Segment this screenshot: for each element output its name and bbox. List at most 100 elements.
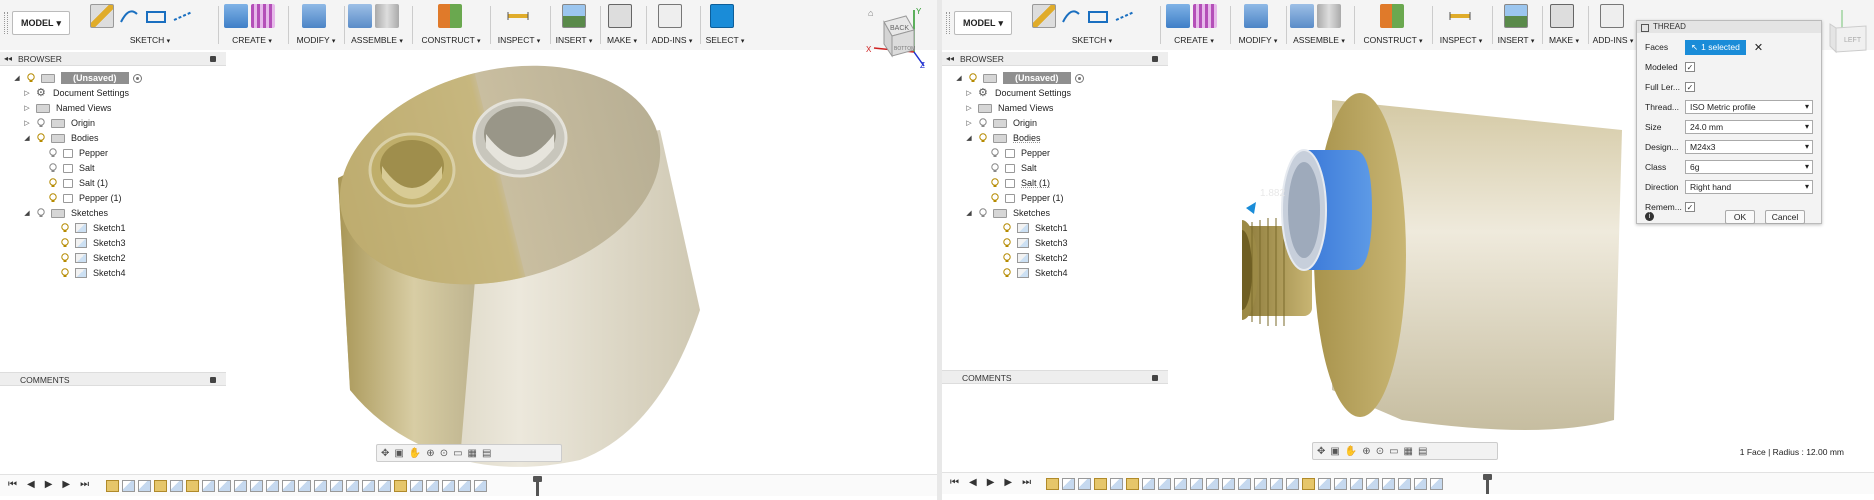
visibility-icon[interactable]: [48, 193, 58, 203]
tree-item-bodies[interactable]: ◢ Bodies: [22, 130, 98, 146]
selected-face-highlight[interactable]: [1281, 149, 1372, 271]
toolbar-group-create[interactable]: CREATE ▾: [224, 0, 280, 50]
visibility-icon[interactable]: [990, 178, 1000, 188]
visibility-icon[interactable]: [990, 148, 1000, 158]
toolbar-group-add-ins[interactable]: ADD-INS ▾: [648, 0, 696, 50]
expand-icon[interactable]: ◢: [954, 74, 964, 82]
dialog-title[interactable]: THREAD: [1637, 21, 1821, 33]
designation-select[interactable]: M24x3: [1685, 140, 1813, 154]
scripts-icon[interactable]: [658, 4, 682, 28]
remember-checkbox[interactable]: ✓: [1685, 202, 1695, 212]
thread-type-select[interactable]: ISO Metric profile: [1685, 100, 1813, 114]
timeline-feature[interactable]: [1174, 478, 1187, 490]
viewcube[interactable]: LEFT: [1818, 4, 1874, 60]
timeline-feature[interactable]: [138, 480, 151, 492]
visibility-icon[interactable]: [48, 148, 58, 158]
timeline-feature[interactable]: [154, 480, 167, 492]
measure-icon[interactable]: [1448, 4, 1472, 28]
offset-plane-icon[interactable]: [438, 4, 462, 28]
timeline-feature[interactable]: [1046, 478, 1059, 490]
new-component-icon[interactable]: [348, 4, 372, 28]
pin-icon[interactable]: [210, 56, 216, 62]
timeline-feature[interactable]: [410, 480, 423, 492]
toolbar-group-inspect[interactable]: INSPECT ▾: [494, 0, 544, 50]
pin-icon[interactable]: [1152, 375, 1158, 381]
visibility-icon[interactable]: [60, 223, 70, 233]
pin-icon[interactable]: [210, 377, 216, 383]
timeline-feature[interactable]: [266, 480, 279, 492]
timeline-feature[interactable]: [282, 480, 295, 492]
scripts-icon[interactable]: [1600, 4, 1624, 28]
tree-item-body[interactable]: Pepper (1): [986, 190, 1064, 206]
step-forward-icon[interactable]: ▶: [62, 479, 70, 490]
timeline-feature[interactable]: [1302, 478, 1315, 490]
tree-root[interactable]: ◢ (Unsaved): [12, 70, 142, 86]
go-to-start-icon[interactable]: ⏮: [950, 477, 959, 488]
timeline-feature[interactable]: [1062, 478, 1075, 490]
display-settings-icon[interactable]: ▭: [1389, 446, 1398, 457]
play-icon[interactable]: ▶: [987, 477, 995, 488]
visibility-icon[interactable]: [990, 163, 1000, 173]
full-length-checkbox[interactable]: ✓: [1685, 82, 1695, 92]
collapse-icon[interactable]: ◂◂: [4, 52, 12, 66]
create-sketch-icon[interactable]: [90, 4, 114, 28]
toolbar-group-select[interactable]: SELECT ▾: [702, 0, 748, 50]
timeline-feature[interactable]: [330, 480, 343, 492]
timeline-feature[interactable]: [378, 480, 391, 492]
toolbar-group-modify[interactable]: MODIFY ▾: [1236, 0, 1280, 50]
joint-icon[interactable]: [375, 4, 399, 28]
form-icon[interactable]: [1193, 4, 1217, 28]
joint-icon[interactable]: [1317, 4, 1341, 28]
expand-icon[interactable]: ▷: [964, 89, 974, 97]
cancel-button[interactable]: Cancel: [1765, 210, 1805, 224]
timeline-feature[interactable]: [122, 480, 135, 492]
3d-print-icon[interactable]: [1550, 4, 1574, 28]
orbit-icon[interactable]: ✥: [1317, 446, 1325, 457]
timeline-feature[interactable]: [1254, 478, 1267, 490]
class-select[interactable]: 6g: [1685, 160, 1813, 174]
line-icon[interactable]: [171, 4, 195, 28]
expand-icon[interactable]: ▷: [22, 104, 32, 112]
look-at-icon[interactable]: ▣: [394, 448, 403, 459]
tree-item-body[interactable]: Salt: [986, 160, 1037, 176]
timeline-feature[interactable]: [1190, 478, 1203, 490]
select-icon[interactable]: [710, 4, 734, 28]
toolbar-group-assemble[interactable]: ASSEMBLE ▾: [1290, 0, 1348, 50]
pan-icon[interactable]: ✋: [409, 448, 421, 459]
visibility-icon[interactable]: [1002, 253, 1012, 263]
manipulator-arrow-icon[interactable]: [1246, 202, 1256, 214]
offset-plane-icon[interactable]: [1380, 4, 1404, 28]
timeline-feature[interactable]: [218, 480, 231, 492]
timeline-feature[interactable]: [346, 480, 359, 492]
press-pull-icon[interactable]: [1244, 4, 1268, 28]
visibility-icon[interactable]: [60, 253, 70, 263]
timeline-feature[interactable]: [1318, 478, 1331, 490]
timeline-marker[interactable]: [1483, 474, 1492, 494]
direction-select[interactable]: Right hand: [1685, 180, 1813, 194]
timeline-feature[interactable]: [202, 480, 215, 492]
expand-icon[interactable]: ▷: [964, 119, 974, 127]
record-icon[interactable]: [1074, 73, 1084, 83]
clear-selection-icon[interactable]: ✕: [1754, 41, 1763, 54]
rectangle-icon[interactable]: [144, 4, 168, 28]
go-to-end-icon[interactable]: ⏭: [1022, 477, 1031, 488]
tree-item-named-views[interactable]: ▷ Named Views: [22, 100, 111, 116]
toolbar-group-create[interactable]: CREATE ▾: [1166, 0, 1222, 50]
tree-item-sketches[interactable]: ◢ Sketches: [22, 205, 108, 221]
measure-icon[interactable]: [506, 4, 530, 28]
display-settings-icon[interactable]: ▭: [453, 448, 462, 459]
browser-header[interactable]: ◂◂ BROWSER: [942, 52, 1168, 66]
timeline-feature[interactable]: [1078, 478, 1091, 490]
pin-icon[interactable]: [1152, 56, 1158, 62]
timeline-feature[interactable]: [170, 480, 183, 492]
visibility-icon[interactable]: [978, 118, 988, 128]
timeline-feature[interactable]: [1142, 478, 1155, 490]
new-component-icon[interactable]: [1290, 4, 1314, 28]
toolbar-group-modify[interactable]: MODIFY ▾: [294, 0, 338, 50]
visibility-icon[interactable]: [26, 73, 36, 83]
toolbar-group-insert[interactable]: INSERT ▾: [552, 0, 596, 50]
toolbar-grip[interactable]: [4, 12, 8, 34]
workspace-switcher[interactable]: MODEL ▾: [12, 11, 70, 35]
size-select[interactable]: 24.0 mm: [1685, 120, 1813, 134]
visibility-icon[interactable]: [990, 193, 1000, 203]
